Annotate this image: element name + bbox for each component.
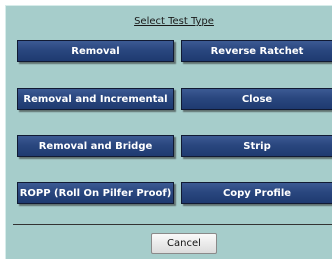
removal-and-incremental-button[interactable]: Removal and Incremental	[17, 88, 174, 110]
cancel-button[interactable]: Cancel	[151, 233, 217, 254]
separator-line	[13, 224, 332, 225]
removal-and-bridge-button[interactable]: Removal and Bridge	[17, 135, 174, 157]
copy-profile-button[interactable]: Copy Profile	[181, 182, 332, 204]
select-test-type-dialog: Select Test Type Removal Reverse Ratchet…	[5, 5, 332, 259]
removal-button[interactable]: Removal	[17, 40, 174, 62]
close-button[interactable]: Close	[181, 88, 332, 110]
ropp-button[interactable]: ROPP (Roll On Pilfer Proof)	[17, 182, 174, 204]
strip-button[interactable]: Strip	[181, 135, 332, 157]
dialog-title: Select Test Type	[134, 16, 214, 27]
reverse-ratchet-button[interactable]: Reverse Ratchet	[181, 40, 332, 62]
